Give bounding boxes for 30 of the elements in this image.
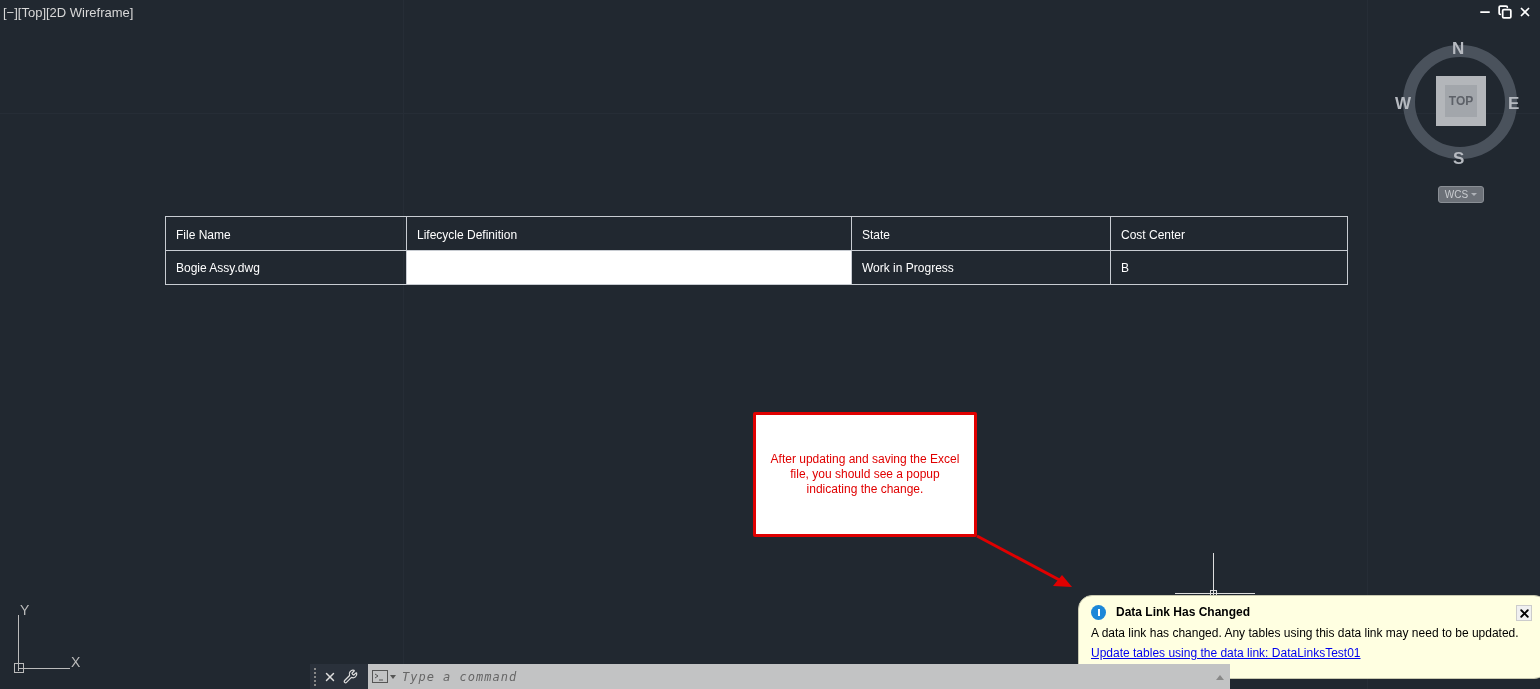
compass-east: E [1508,93,1520,115]
caret-icon [1471,193,1478,196]
restore-icon[interactable] [1498,5,1512,19]
settings-icon[interactable] [343,669,358,684]
table-header-cell: Lifecycle Definition [406,217,851,250]
grip-handle[interactable] [314,667,317,686]
caret-icon [1216,675,1224,680]
x-axis-label: X [71,655,81,669]
viewport-label[interactable]: [−][Top][2D Wireframe] [3,3,134,23]
callout-text: After updating and saving the Excel file, you should see a popup indicating the change. [769,452,961,497]
command-field[interactable]: Type a command [368,664,1230,689]
close-icon [1517,606,1531,620]
command-input[interactable]: Type a command [402,667,802,686]
notification-message: A data link has changed. Any tables using this data link may need to be updated. [1091,626,1520,641]
compass-west: W [1395,93,1412,115]
table-header-cell-text: File Name [175,227,232,244]
table-cell: Work in Progress [851,251,1110,284]
table-cell-text: Bogie Assy.dwg [175,259,261,277]
table-cell: B [1110,251,1347,284]
compass-north: N [1452,38,1465,60]
notification-title: Data Link Has Changed [1116,604,1251,621]
update-link[interactable]: Update tables using the data link: DataLinksTest01 [1091,647,1361,660]
compass-south: S [1453,148,1465,170]
info-icon [1091,604,1106,620]
table-header-cell: Cost Center [1110,217,1347,250]
table-header-cell: State [851,217,1110,250]
close-icon[interactable] [1518,5,1532,19]
close-button[interactable] [1516,605,1532,621]
y-axis-label: Y [20,603,30,617]
terminal-icon[interactable] [372,669,396,684]
